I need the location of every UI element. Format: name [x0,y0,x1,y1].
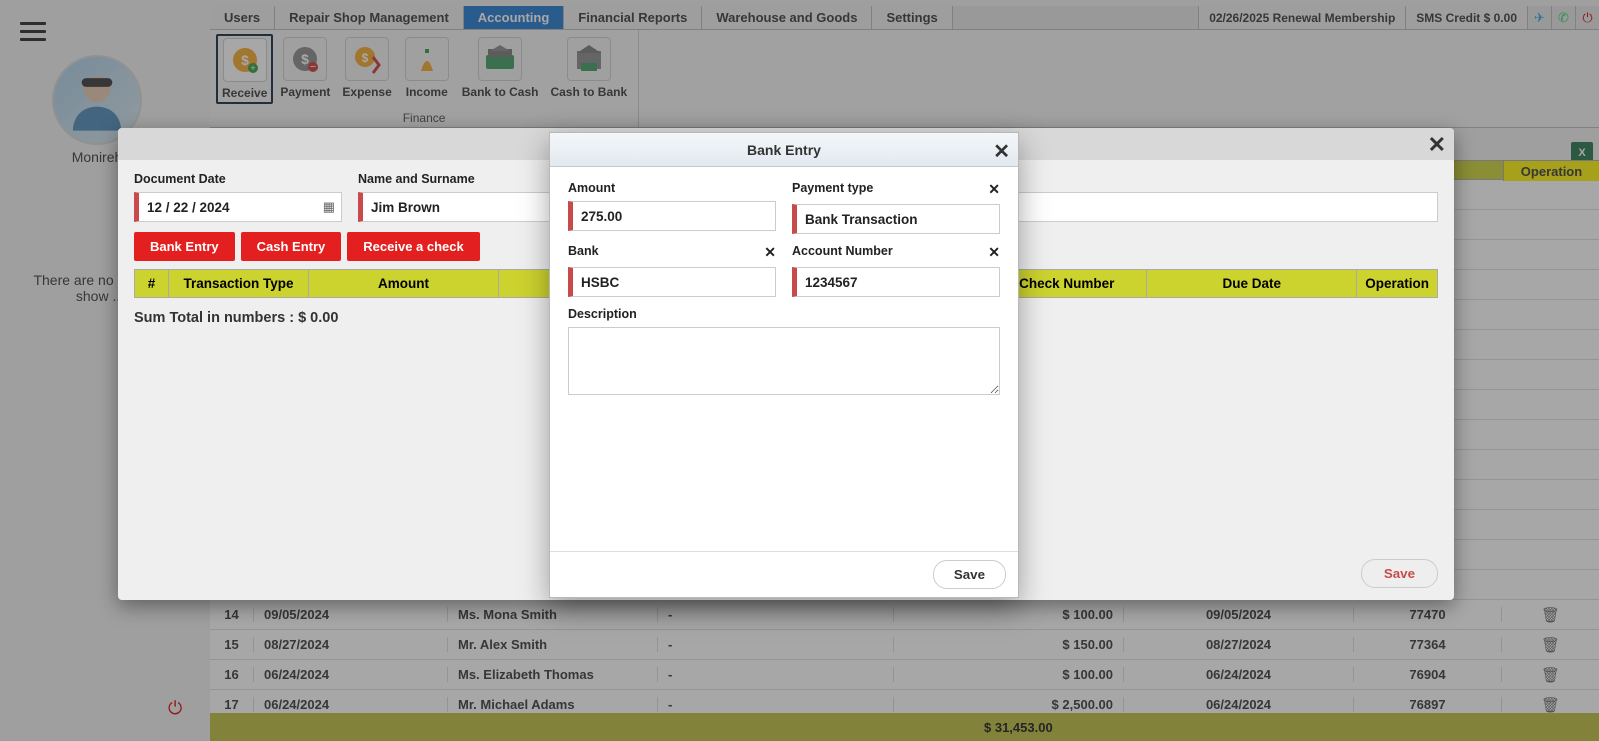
bank-entry-button[interactable]: Bank Entry [134,232,235,261]
inner-save-button[interactable]: Save [933,560,1006,589]
desc-textarea[interactable] [568,327,1000,395]
close-icon[interactable]: ✕ [1428,132,1446,158]
acct-label: Account Number ✕ [792,244,1000,261]
clear-ptype-icon[interactable]: ✕ [988,181,1000,198]
bank-entry-modal: Bank Entry ✕ Amount Payment type ✕ [549,132,1019,598]
outer-save-button[interactable]: Save [1361,559,1438,588]
doc-date-input-wrap[interactable]: ▦ [134,192,342,222]
bank-entry-titlebar: Bank Entry ✕ [550,133,1018,167]
clear-acct-icon[interactable]: ✕ [988,244,1000,261]
amount-label: Amount [568,181,776,195]
receive-check-button[interactable]: Receive a check [347,232,479,261]
th-operation: Operation [1357,270,1438,298]
th-due: Due Date [1147,270,1357,298]
amount-input[interactable] [581,209,767,224]
clear-bank-icon[interactable]: ✕ [764,244,776,261]
th-amount: Amount [309,270,499,298]
bank-label: Bank ✕ [568,244,776,261]
close-icon[interactable]: ✕ [993,139,1010,164]
th-type: Transaction Type [169,270,309,298]
calendar-icon[interactable]: ▦ [323,199,335,215]
acct-input[interactable] [805,275,991,290]
bank-entry-title: Bank Entry [747,142,821,158]
payment-type-input[interactable] [805,212,991,227]
payment-type-label: Payment type ✕ [792,181,1000,198]
cash-entry-button[interactable]: Cash Entry [241,232,342,261]
bank-input[interactable] [581,275,767,290]
th-num: # [135,270,169,298]
doc-date-input[interactable] [147,200,333,215]
desc-label: Description [568,307,1000,321]
doc-date-label: Document Date [134,172,342,186]
